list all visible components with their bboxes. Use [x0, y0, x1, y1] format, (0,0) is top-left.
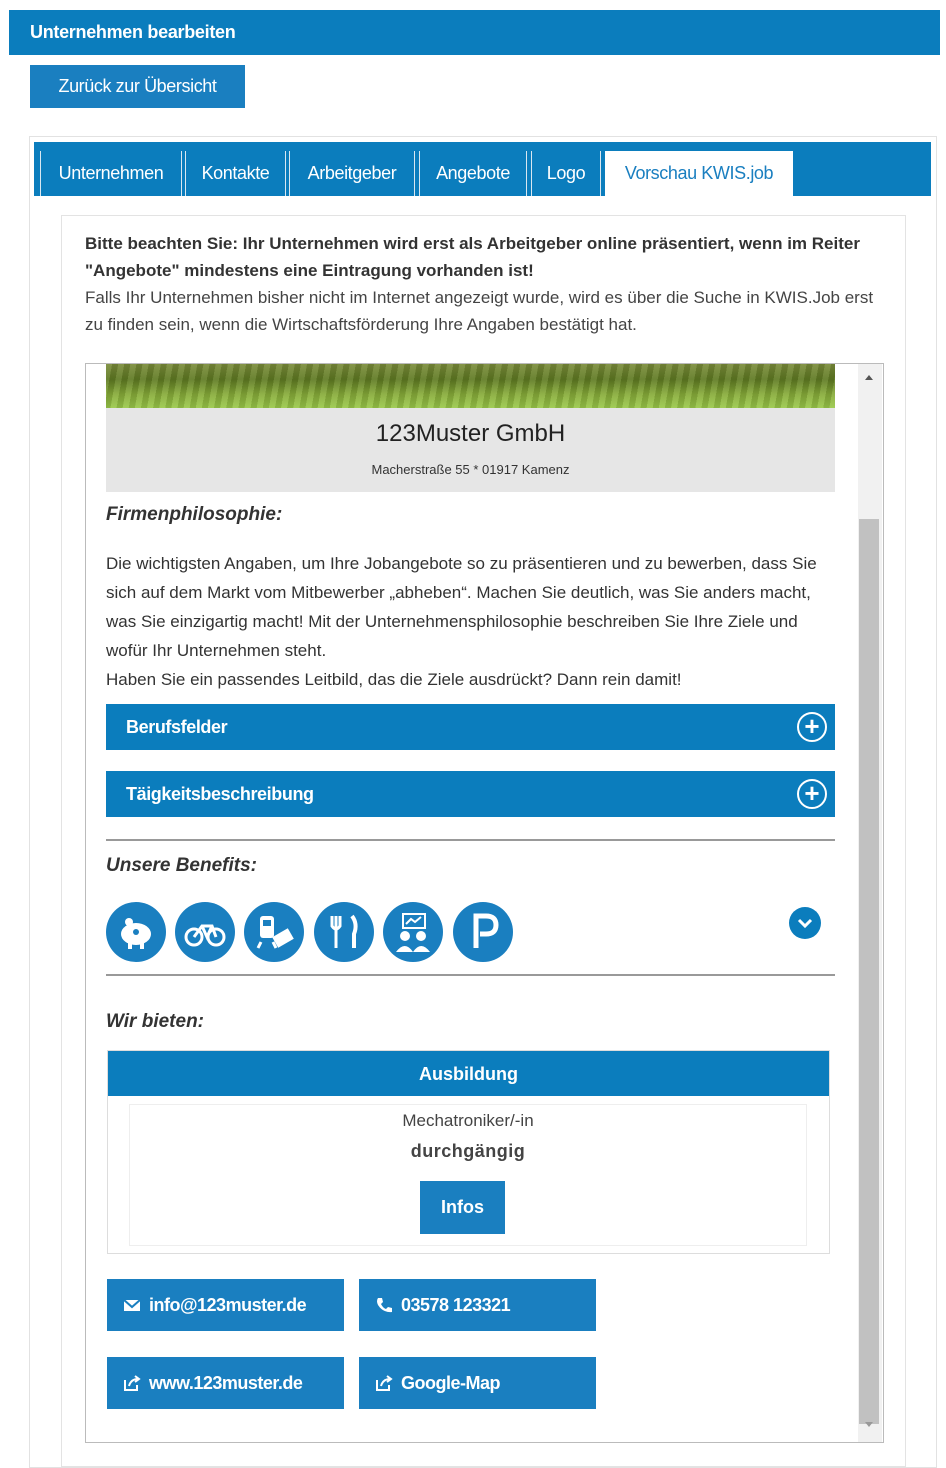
tab-vorschau[interactable]: Vorschau KWIS.job: [605, 151, 793, 197]
tab-bar: Unternehmen Kontakte Arbeitgeber Angebot…: [34, 142, 931, 197]
website-label: www.123muster.de: [149, 1373, 303, 1393]
notice: Bitte beachten Sie: Ihr Unternehmen wird…: [85, 230, 885, 338]
offer-infos-button[interactable]: Infos: [420, 1181, 505, 1234]
scroll-down-icon[interactable]: [859, 1416, 879, 1432]
website-button[interactable]: www.123muster.de: [107, 1357, 344, 1409]
offers-title: Wir bieten:: [106, 1011, 204, 1032]
parking-icon: [453, 902, 513, 962]
accordion-berufsfelder[interactable]: Berufsfelder +: [106, 704, 835, 750]
training-presentation-icon: [383, 902, 443, 962]
plus-icon: +: [797, 712, 827, 742]
philosophy-text: Die wichtigsten Angaben, um Ihre Jobange…: [106, 549, 841, 694]
divider: [106, 974, 835, 976]
google-map-label: Google-Map: [401, 1373, 501, 1393]
back-to-overview-button[interactable]: Zurück zur Übersicht: [30, 65, 245, 108]
tab-kontakte[interactable]: Kontakte: [185, 151, 286, 196]
notice-bold: Bitte beachten Sie: Ihr Unternehmen wird…: [85, 234, 860, 280]
canteen-fork-knife-icon: [314, 902, 374, 962]
chevron-down-icon[interactable]: [789, 907, 821, 939]
plus-icon: +: [797, 779, 827, 809]
company-header: 123Muster GmbH Macherstraße 55 * 01917 K…: [106, 408, 835, 492]
offer-job-title: Mechatroniker/-in: [402, 1111, 534, 1130]
edit-panel: Unternehmen Kontakte Arbeitgeber Angebot…: [29, 136, 937, 1468]
philosophy-title: Firmenphilosophie:: [106, 504, 283, 525]
email-button[interactable]: info@123muster.de: [107, 1279, 344, 1331]
bicycle-icon: [175, 902, 235, 962]
preview-frame[interactable]: 123Muster GmbH Macherstraße 55 * 01917 K…: [85, 363, 884, 1443]
scroll-up-icon[interactable]: [859, 370, 879, 386]
preview-container: Bitte beachten Sie: Ihr Unternehmen wird…: [61, 215, 906, 1467]
external-link-icon: [124, 1375, 141, 1391]
company-address: Macherstraße 55 * 01917 Kamenz: [371, 462, 570, 477]
email-label: info@123muster.de: [149, 1295, 307, 1315]
tab-unternehmen[interactable]: Unternehmen: [40, 151, 182, 196]
external-link-icon: [376, 1375, 393, 1391]
envelope-icon: [123, 1299, 141, 1311]
public-transport-ticket-icon: [244, 902, 304, 962]
accordion-label: Täigkeitsbeschreibung: [126, 784, 314, 804]
tab-angebote[interactable]: Angebote: [419, 151, 527, 196]
benefits-title: Unsere Benefits:: [106, 855, 257, 876]
google-map-button[interactable]: Google-Map: [359, 1357, 596, 1409]
company-name: 123Muster GmbH: [375, 420, 566, 447]
phone-icon: [377, 1298, 392, 1313]
accordion-taetigkeit[interactable]: Täigkeitsbeschreibung +: [106, 771, 835, 817]
header-bar: Unternehmen bearbeiten: [9, 10, 940, 55]
accordion-label: Berufsfelder: [126, 717, 228, 737]
phone-button[interactable]: 03578 123321: [359, 1279, 596, 1331]
phone-label: 03578 123321: [401, 1295, 511, 1315]
offer-category: Ausbildung: [108, 1051, 829, 1096]
offer-card: Ausbildung Mechatroniker/-in durchgängig…: [107, 1050, 830, 1254]
philosophy-paragraph-2: Haben Sie ein passendes Leitbild, das di…: [106, 670, 682, 689]
page-title: Unternehmen bearbeiten: [30, 22, 236, 42]
banner-image: [106, 364, 835, 408]
notice-text: Falls Ihr Unternehmen bisher nicht im In…: [85, 288, 874, 334]
offer-details: Mechatroniker/-in durchgängig Infos: [129, 1104, 807, 1246]
divider: [106, 839, 835, 841]
piggy-bank-icon: [106, 902, 166, 962]
offer-duration: durchgängig: [410, 1141, 526, 1161]
scrollbar-thumb[interactable]: [859, 519, 879, 1424]
tab-logo[interactable]: Logo: [531, 151, 601, 196]
tab-arbeitgeber[interactable]: Arbeitgeber: [289, 151, 415, 196]
philosophy-paragraph: Die wichtigsten Angaben, um Ihre Jobange…: [106, 554, 817, 660]
